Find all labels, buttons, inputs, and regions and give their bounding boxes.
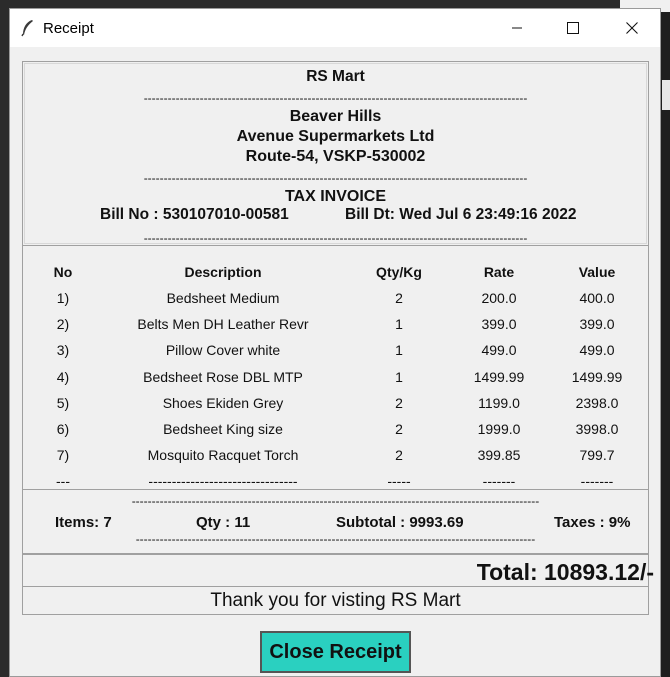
- subtotal: Subtotal : 9993.69: [336, 514, 464, 531]
- address-line-3: Route-54, VSKP-530002: [245, 148, 426, 165]
- receipt-header-panel: RS Mart --------------------------------…: [22, 61, 649, 246]
- items-table: No Description Qty/Kg Rate Value 1) Bedsh…: [22, 246, 649, 490]
- cell-description: --------------------------------: [148, 473, 298, 490]
- cell-value: 1499.99: [571, 368, 623, 385]
- cell-qty: 1: [395, 342, 403, 359]
- col-header-description: Description: [184, 264, 262, 280]
- thanks-panel: Thank you for visting RS Mart: [22, 587, 649, 615]
- cell-no: 4): [56, 368, 70, 385]
- address-line-2: Avenue Supermarkets Ltd: [236, 128, 435, 145]
- dash-separator: ----------------------------------------…: [143, 171, 528, 185]
- cell-description: Pillow Cover white: [165, 342, 281, 359]
- cell-value: 2398.0: [575, 394, 619, 411]
- cell-value: 3998.0: [575, 421, 619, 437]
- cell-rate: 399.85: [477, 447, 521, 464]
- totals-panel: ----------------------------------------…: [22, 489, 649, 554]
- grand-total: Total: 10893.12/-: [476, 559, 654, 585]
- cell-no: 6): [56, 421, 70, 437]
- cell-rate: 200.0: [481, 290, 517, 306]
- cell-description: Mosquito Racquet Torch: [147, 447, 299, 464]
- col-header-value: Value: [578, 264, 616, 280]
- total-qty: Qty : 11: [196, 514, 251, 531]
- cell-rate: 399.0: [481, 316, 517, 333]
- taxes: Taxes : 9%: [554, 514, 631, 531]
- cell-qty: 2: [395, 421, 403, 437]
- cell-no: 5): [56, 394, 70, 411]
- title-bar[interactable]: Receipt: [10, 9, 660, 47]
- cell-description: Shoes Ekiden Grey: [162, 394, 284, 411]
- cell-value: -------: [580, 473, 614, 490]
- grand-total-panel: Total: 10893.12/-: [22, 554, 654, 587]
- col-header-no: No: [53, 264, 73, 280]
- store-name: RS Mart: [306, 68, 365, 85]
- cell-no: 7): [56, 447, 70, 464]
- cell-qty: 1: [395, 316, 403, 333]
- cell-qty: 1: [395, 368, 403, 385]
- thank-you-message: Thank you for visting RS Mart: [210, 590, 461, 611]
- cell-qty: -----: [387, 473, 411, 490]
- minimize-button[interactable]: [494, 9, 540, 47]
- cell-rate: -------: [482, 473, 516, 490]
- window-title: Receipt: [43, 20, 94, 37]
- cell-no: 3): [56, 342, 70, 359]
- feather-icon: [20, 19, 36, 37]
- cell-qty: 2: [395, 447, 403, 464]
- cell-rate: 1199.0: [478, 394, 520, 411]
- dash-separator: ----------------------------------------…: [131, 494, 540, 508]
- cell-description: Bedsheet King size: [163, 421, 283, 437]
- close-window-button[interactable]: [609, 9, 655, 47]
- receipt-window: Receipt RS Mart ------------------------…: [9, 8, 661, 677]
- cell-rate: 1999.0: [477, 421, 521, 437]
- cell-rate: 499.0: [481, 342, 517, 359]
- bill-number: Bill No : 530107010-00581: [100, 206, 289, 223]
- cell-value: 799.7: [579, 447, 615, 464]
- address-line-1: Beaver Hills: [289, 108, 382, 125]
- cell-no: ---: [56, 473, 70, 490]
- items-count: Items: 7: [55, 514, 112, 531]
- invoice-title: TAX INVOICE: [284, 188, 387, 205]
- cell-value: 499.0: [579, 342, 615, 359]
- cell-no: 2): [56, 316, 70, 333]
- dash-separator: ----------------------------------------…: [143, 91, 528, 105]
- close-receipt-button[interactable]: Close Receipt: [260, 631, 411, 673]
- dash-separator: ----------------------------------------…: [143, 231, 528, 245]
- cell-description: Bedsheet Rose DBL MTP: [143, 368, 303, 385]
- cell-description: Belts Men DH Leather Revr: [137, 316, 309, 333]
- col-header-rate: Rate: [483, 264, 515, 280]
- cell-rate: 1499.99: [473, 368, 525, 385]
- cell-value: 399.0: [579, 316, 615, 333]
- cell-no: 1): [56, 290, 70, 306]
- dash-separator: ----------------------------------------…: [135, 532, 536, 546]
- maximize-button[interactable]: [550, 9, 596, 47]
- bill-date: Bill Dt: Wed Jul 6 23:49:16 2022: [345, 206, 577, 223]
- cell-qty: 2: [395, 394, 403, 411]
- cell-qty: 2: [395, 290, 403, 306]
- background-editor-panel: [662, 80, 670, 110]
- cell-description: Bedsheet Medium: [166, 290, 280, 306]
- cell-value: 400.0: [579, 290, 615, 306]
- col-header-qty: Qty/Kg: [376, 264, 422, 280]
